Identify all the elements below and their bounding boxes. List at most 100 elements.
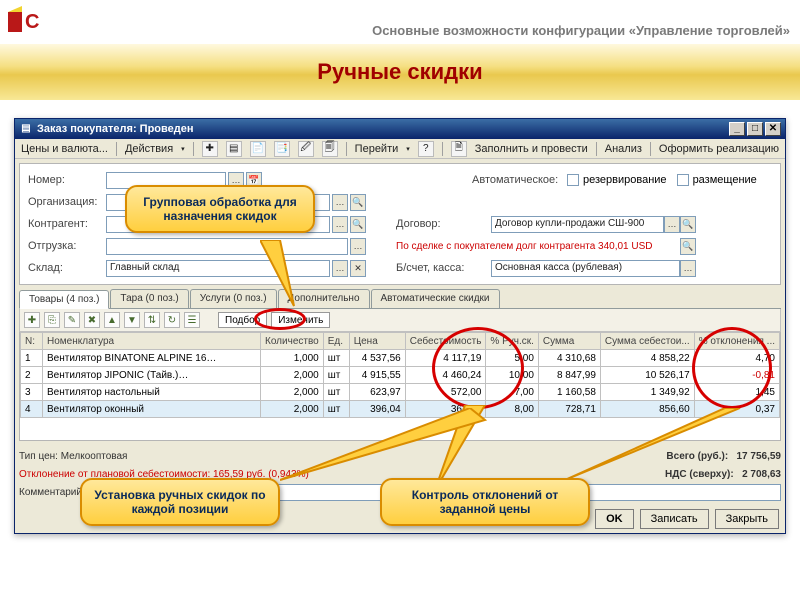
cell[interactable]: 1 160,58 (538, 384, 600, 401)
cell[interactable]: Вентилятор JIPONIC (Тайв.)… (43, 367, 261, 384)
label-org: Организация: (28, 196, 106, 208)
cell[interactable]: -0,81 (694, 367, 779, 384)
slide-title-band: Ручные скидки (0, 44, 800, 100)
warehouse-pick-icon[interactable]: … (332, 260, 348, 277)
cell[interactable]: 2 (21, 367, 43, 384)
toolbar-icon-1[interactable]: ✚ (202, 141, 218, 157)
place-checkbox[interactable] (677, 174, 689, 186)
prices-menu[interactable]: Цены и валюта... (21, 143, 108, 155)
cell[interactable]: 4,70 (694, 350, 779, 367)
col-n[interactable]: N: (21, 333, 43, 350)
cell[interactable]: шт (323, 350, 349, 367)
cell[interactable]: Вентилятор оконный (43, 401, 261, 418)
cell[interactable]: 7,00 (486, 384, 538, 401)
cell[interactable]: 4 (21, 401, 43, 418)
place-label: размещение (693, 174, 757, 186)
cell[interactable]: 4 460,24 (405, 367, 486, 384)
shipment-field[interactable] (106, 238, 348, 255)
org-pick-icon[interactable]: … (332, 194, 348, 211)
cell[interactable]: 1,000 (261, 350, 324, 367)
minimize-button[interactable]: _ (729, 122, 745, 136)
realize-menu[interactable]: Оформить реализацию (659, 143, 779, 155)
goto-menu[interactable]: Перейти (355, 143, 399, 155)
col-name[interactable]: Номенклатура (43, 333, 261, 350)
contract-search-icon[interactable]: 🔍 (680, 216, 696, 233)
maximize-button[interactable]: □ (747, 122, 763, 136)
cell[interactable]: 1,45 (694, 384, 779, 401)
shipment-pick-icon[interactable]: … (350, 238, 366, 255)
org-search-icon[interactable]: 🔍 (350, 194, 366, 211)
col-qty[interactable]: Количество (261, 333, 324, 350)
help-icon[interactable]: ? (418, 141, 434, 157)
doc-icon-btn[interactable]: 🗎 (451, 141, 467, 157)
warehouse-clear-icon[interactable]: ✕ (350, 260, 366, 277)
sort-icon[interactable]: ⇅ (144, 312, 160, 328)
cell[interactable]: 10 526,17 (600, 367, 694, 384)
cell[interactable]: 1 349,92 (600, 384, 694, 401)
move-up-icon[interactable]: ▲ (104, 312, 120, 328)
col-sum[interactable]: Сумма (538, 333, 600, 350)
actions-menu[interactable]: Действия (125, 143, 173, 155)
edit-row-icon[interactable]: ✎ (64, 312, 80, 328)
close-button[interactable]: ✕ (765, 122, 781, 136)
cell[interactable]: 4 915,55 (349, 367, 405, 384)
save-button[interactable]: Записать (640, 509, 709, 529)
columns-icon[interactable]: ☰ (184, 312, 200, 328)
cell[interactable]: 4 310,68 (538, 350, 600, 367)
toolbar-icon-6[interactable]: 🗐 (322, 141, 338, 157)
toolbar-icon-5[interactable]: 🖉 (298, 141, 314, 157)
ok-button[interactable]: OK (595, 509, 634, 529)
counterparty-search-icon[interactable]: 🔍 (350, 216, 366, 233)
col-dev[interactable]: % отклонения ... (694, 333, 779, 350)
table-row[interactable]: 2Вентилятор JIPONIC (Тайв.)…2,000шт4 915… (21, 367, 780, 384)
col-sumcost[interactable]: Сумма себестои... (600, 333, 694, 350)
col-price[interactable]: Цена (349, 333, 405, 350)
cell[interactable]: шт (323, 384, 349, 401)
cell[interactable]: 4 858,22 (600, 350, 694, 367)
cell[interactable]: шт (323, 367, 349, 384)
move-down-icon[interactable]: ▼ (124, 312, 140, 328)
col-manual[interactable]: % Руч.ск. (486, 333, 538, 350)
cell[interactable]: 623,97 (349, 384, 405, 401)
label-number: Номер: (28, 174, 106, 186)
copy-row-icon[interactable]: ⎘ (44, 312, 60, 328)
tab-goods[interactable]: Товары (4 поз.) (19, 290, 109, 309)
toolbar-icon-2[interactable]: ▤ (226, 141, 242, 157)
add-row-icon[interactable]: ✚ (24, 312, 40, 328)
cell[interactable]: 4 117,19 (405, 350, 486, 367)
cell[interactable]: 2,000 (261, 367, 324, 384)
table-row[interactable]: 1Вентилятор BINATONE ALPINE 16…1,000шт4 … (21, 350, 780, 367)
cell[interactable]: 1 (21, 350, 43, 367)
delete-row-icon[interactable]: ✖ (84, 312, 100, 328)
cell[interactable]: Вентилятор BINATONE ALPINE 16… (43, 350, 261, 367)
table-row[interactable]: 3Вентилятор настольный2,000шт623,97572,0… (21, 384, 780, 401)
refresh-icon[interactable]: ↻ (164, 312, 180, 328)
cell[interactable]: Вентилятор настольный (43, 384, 261, 401)
tab-tare[interactable]: Тара (0 поз.) (110, 289, 188, 308)
contract-field[interactable]: Договор купли-продажи СШ-900 (491, 216, 664, 233)
cell[interactable]: 572,00 (405, 384, 486, 401)
cell[interactable]: 5,00 (486, 350, 538, 367)
cell[interactable]: 10,00 (486, 367, 538, 384)
cell[interactable]: 3 (21, 384, 43, 401)
toolbar-icon-3[interactable]: 📄 (250, 141, 266, 157)
col-cost[interactable]: Себестоимость (405, 333, 486, 350)
close-form-button[interactable]: Закрыть (715, 509, 779, 529)
reserve-label: резервирование (583, 174, 667, 186)
counterparty-pick-icon[interactable]: … (332, 216, 348, 233)
config-title: Основные возможности конфигурации «Управ… (372, 23, 790, 38)
cell[interactable]: 2,000 (261, 384, 324, 401)
analysis-menu[interactable]: Анализ (605, 143, 642, 155)
debt-info-icon[interactable]: 🔍 (680, 238, 696, 255)
reserve-checkbox[interactable] (567, 174, 579, 186)
col-unit[interactable]: Ед. (323, 333, 349, 350)
fill-post-menu[interactable]: Заполнить и провести (475, 143, 588, 155)
tab-auto-discounts[interactable]: Автоматические скидки (371, 289, 500, 308)
account-field[interactable]: Основная касса (рублевая) (491, 260, 680, 277)
account-pick-icon[interactable]: … (680, 260, 696, 277)
contract-pick-icon[interactable]: … (664, 216, 680, 233)
cell[interactable]: 8 847,99 (538, 367, 600, 384)
cell[interactable]: 4 537,56 (349, 350, 405, 367)
vat-value: 2 708,63 (742, 469, 781, 480)
toolbar-icon-4[interactable]: 📑 (274, 141, 290, 157)
